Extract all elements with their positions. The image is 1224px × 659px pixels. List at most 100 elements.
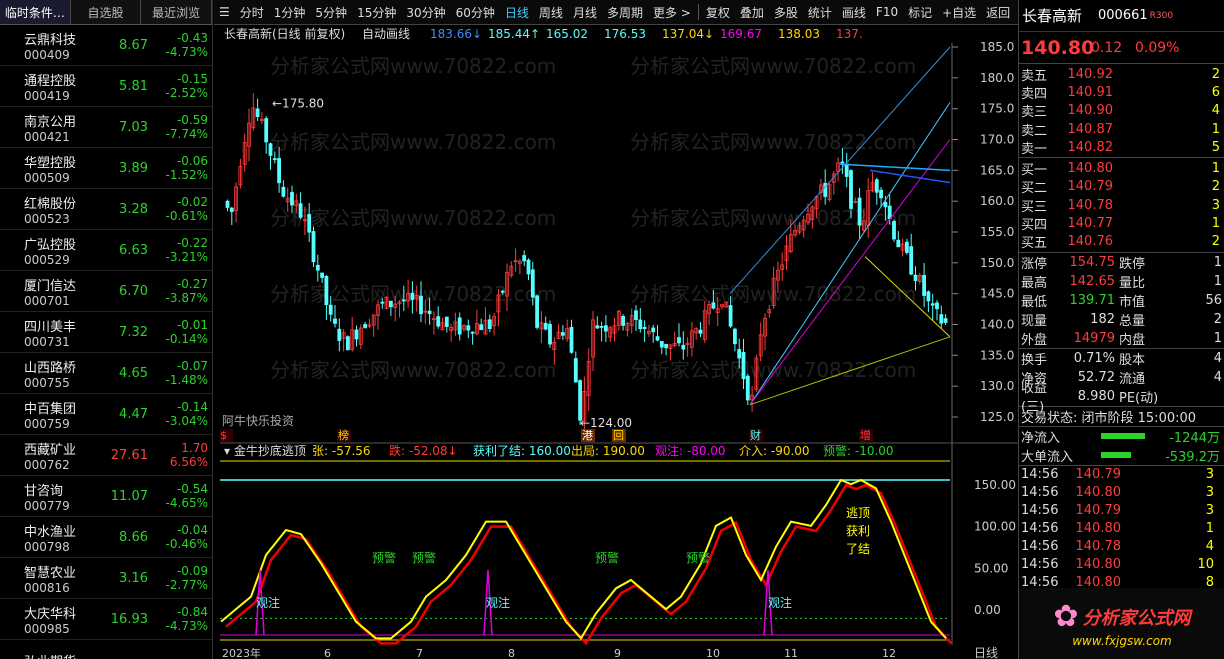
candle-body (677, 337, 681, 344)
toolbar-item-15[interactable]: 画线 (837, 0, 871, 25)
candle-body (857, 197, 862, 226)
tick-row: 14:56 140.79 3 (1021, 503, 1214, 519)
app-window: 临时条件… 自选股 最近浏览 云鼎科技 000409 8.67 -0.43 -4.73% 通程… (0, 0, 1224, 659)
stock-row-change: -0.01 (176, 318, 208, 332)
stock-list-panel: 临时条件… 自选股 最近浏览 云鼎科技 000409 8.67 -0.43 -4.73% 通程… (0, 0, 213, 659)
stock-row-name: 南京公用 (24, 114, 77, 130)
toolbar-item-14[interactable]: 统计 (803, 0, 837, 25)
candle-body (363, 324, 368, 329)
toolbar-item-7[interactable]: 周线 (534, 0, 568, 25)
stock-row-price: 4.65 (119, 365, 148, 381)
toolbar-item-17[interactable]: 标记 (903, 0, 937, 25)
order-book-row: 买一 140.80 1 (1021, 161, 1220, 179)
price-axis-label: 185.0 (980, 40, 1014, 54)
header-value: 183.66↓ (430, 27, 482, 41)
candle-body (380, 301, 385, 304)
flower-icon: ✿ (1053, 599, 1079, 634)
toolbar-item-13[interactable]: 多股 (769, 0, 803, 25)
toolbar-item-12[interactable]: 叠加 (735, 0, 769, 25)
candle-body (530, 269, 535, 298)
header-value: 137.04↓ (662, 27, 714, 41)
stock-row-pct: -4.73% (165, 45, 208, 59)
candle-body (466, 325, 471, 331)
stock-row-price: 8.66 (119, 529, 148, 545)
stock-row[interactable]: 甘咨询 000779 11.07 -0.54 -4.65% (0, 476, 212, 517)
fund-flow-row: 净流入 -1244万 (1021, 430, 1220, 446)
watermark: 分析家公式网www.70822.com (270, 206, 556, 230)
header-value: 137. (836, 27, 863, 41)
candle-body (225, 200, 230, 208)
stock-row[interactable]: 南京公用 000421 7.03 -0.59 -7.74% (0, 107, 212, 148)
stock-row-pct: -0.14% (165, 332, 208, 346)
stock-row[interactable]: 四川美丰 000731 7.32 -0.01 -0.14% (0, 312, 212, 353)
stock-row-code: 000529 (24, 252, 70, 267)
candle-body (595, 325, 600, 329)
stock-row[interactable]: 山西路桥 000755 4.65 -0.07 -1.48% (0, 353, 212, 394)
candle-body (272, 158, 277, 161)
indicator-name: ▾ 金牛抄底逃顶 (224, 443, 306, 458)
stock-row[interactable]: 西藏矿业 000762 27.61 1.70 6.56% (0, 435, 212, 476)
stock-row-name: 华塑控股 (24, 155, 77, 171)
stock-row-code: 000762 (24, 457, 70, 472)
candle-body (849, 170, 853, 209)
toolbar-item-4[interactable]: 30分钟 (401, 0, 450, 25)
x-axis-label: 11 (784, 647, 798, 659)
toolbar-item-6[interactable]: 日线 (500, 0, 534, 25)
indicator-value: 观注: -80.00 (655, 443, 726, 458)
left-tab-0[interactable]: 临时条件… (0, 0, 71, 24)
toolbar-item-1[interactable]: 1分钟 (269, 0, 311, 25)
stock-row[interactable]: 中百集团 000759 4.47 -0.14 -3.04% (0, 394, 212, 435)
stock-row[interactable]: 大庆华科 000985 16.93 -0.84 -4.73% (0, 599, 212, 640)
candle-body (896, 239, 901, 248)
stock-row-change: -0.43 (176, 31, 208, 45)
candle-body (500, 290, 505, 293)
candle-body (337, 328, 342, 341)
toolbar-item-18[interactable]: +自选 (937, 0, 981, 25)
kline-chart[interactable]: 长春高新(日线 前复权) 自动画线 183.66↓ 185.44↑ 165.02 176.… (219, 25, 1018, 659)
stock-row[interactable]: 厦门信达 000701 6.70 -0.27 -3.87% (0, 271, 212, 312)
candle-body (634, 310, 638, 321)
stock-row-change: -0.06 (176, 154, 208, 168)
stock-row-pct: -0.46% (165, 537, 208, 551)
stock-row-pct: -2.52% (165, 86, 208, 100)
quote-stat-row: 最低 139.71 市值 56 (1021, 292, 1222, 310)
stock-row[interactable]: 智慧农业 000816 3.16 -0.09 -2.77% (0, 558, 212, 599)
toolbar-item-16[interactable]: F10 (871, 0, 903, 25)
stock-row-change: 1.70 (181, 441, 208, 455)
index-badge: R300 (1149, 10, 1174, 21)
candle-body (328, 304, 333, 315)
stock-row[interactable]: 云鼎科技 000409 8.67 -0.43 -4.73% (0, 25, 212, 66)
stock-row-price: 5.81 (119, 78, 148, 94)
stock-row[interactable]: 广弘控股 000529 6.63 -0.22 -3.21% (0, 230, 212, 271)
stock-row[interactable]: 红棉股份 000523 3.28 -0.02 -0.61% (0, 189, 212, 230)
stock-row[interactable]: 通程控股 000419 5.81 -0.15 -2.52% (0, 66, 212, 107)
toolbar-item-0[interactable]: 分时 (235, 0, 269, 25)
stock-row-change: -0.04 (176, 523, 208, 537)
menu-icon[interactable]: ☰ (214, 0, 235, 25)
toolbar-item-10[interactable]: 更多 > (648, 0, 696, 25)
left-tab-2[interactable]: 最近浏览 (141, 0, 213, 24)
warn-label: 预警 (595, 550, 619, 565)
candle-body (457, 317, 462, 335)
toolbar-item-19[interactable]: 返回 (981, 0, 1015, 25)
order-book-row: 买四 140.77 1 (1021, 216, 1220, 234)
stock-row[interactable]: 华塑控股 000509 3.89 -0.06 -1.52% (0, 148, 212, 189)
watch-label: 观注 (768, 595, 792, 610)
toolbar-item-2[interactable]: 5分钟 (310, 0, 352, 25)
stock-row[interactable]: 弘业期货 (0, 640, 212, 659)
candle-body (526, 259, 531, 275)
toolbar-item-8[interactable]: 月线 (568, 0, 602, 25)
toolbar-item-3[interactable]: 15分钟 (352, 0, 401, 25)
candle-body (315, 264, 320, 271)
stock-row-name: 弘业期货 (24, 651, 93, 659)
quote-stat-row: 最高 142.65 量比 1 (1021, 273, 1222, 291)
toolbar-item-11[interactable]: 复权 (701, 0, 735, 25)
toolbar-item-5[interactable]: 60分钟 (451, 0, 500, 25)
stock-row[interactable]: 中水渔业 000798 8.66 -0.04 -0.46% (0, 517, 212, 558)
stock-row-change: -0.15 (176, 72, 208, 86)
left-tab-1[interactable]: 自选股 (70, 0, 142, 24)
candle-body (651, 327, 656, 333)
flow-bar (1101, 433, 1145, 440)
toolbar-item-9[interactable]: 多周期 (602, 0, 648, 25)
candle-body (922, 275, 926, 296)
